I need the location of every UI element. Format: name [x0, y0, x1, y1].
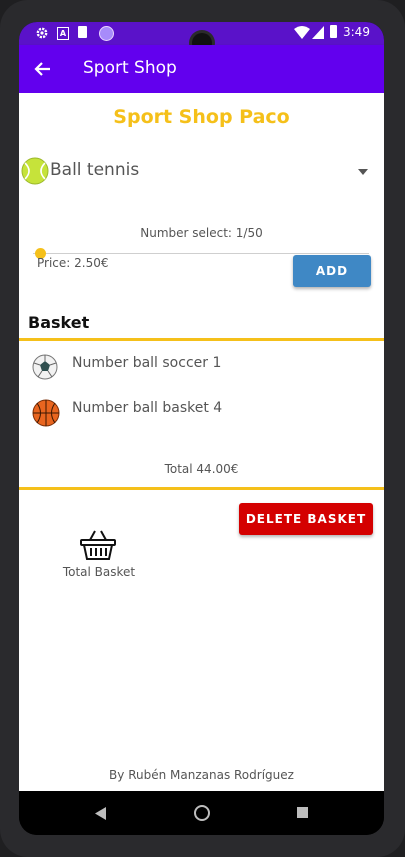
- basket-bottom-divider: [19, 487, 384, 490]
- total-basket-label: Total Basket: [62, 565, 136, 579]
- basket-top-divider: [19, 338, 384, 341]
- nav-back-icon[interactable]: [95, 807, 107, 820]
- screen: A 3:49 Sport Shop Sport Shop Paco Ball t…: [19, 22, 384, 835]
- chevron-down-icon: [358, 169, 368, 175]
- basketball-icon: [32, 399, 60, 427]
- nav-recents-icon[interactable]: [297, 807, 308, 818]
- product-dropdown-value: Ball tennis: [50, 160, 140, 180]
- navigation-bar: [19, 791, 384, 835]
- soccer-ball-icon: [32, 354, 58, 380]
- main-content: Sport Shop Paco Ball tennis Number selec…: [19, 93, 384, 791]
- basket-icon: [80, 530, 116, 560]
- total-basket-button[interactable]: Total Basket: [59, 523, 139, 583]
- add-button[interactable]: ADD: [293, 255, 371, 287]
- product-dropdown[interactable]: Ball tennis: [19, 155, 384, 189]
- status-time: 3:49: [343, 25, 370, 39]
- app-bar: Sport Shop: [19, 45, 384, 93]
- device-frame: A 3:49 Sport Shop Sport Shop Paco Ball t…: [0, 0, 405, 857]
- tennis-ball-icon: [21, 157, 49, 185]
- gear-icon: [36, 27, 48, 39]
- shop-title: Sport Shop Paco: [113, 106, 290, 128]
- basket-item-label: Number ball soccer 1: [72, 355, 222, 371]
- basket-total: Total 44.00€: [164, 462, 239, 476]
- keyboard-a-icon: A: [57, 27, 69, 40]
- price-label: Price: 2.50€: [37, 256, 109, 270]
- signal-icon: [312, 26, 324, 39]
- basket-title: Basket: [28, 313, 90, 332]
- footer-credit: By Rubén Manzanas Rodríguez: [109, 768, 294, 782]
- slider-track: [33, 253, 369, 254]
- battery-icon: [330, 25, 337, 38]
- wifi-icon: [294, 26, 310, 39]
- sd-card-icon: [78, 26, 87, 38]
- basket-item-label: Number ball basket 4: [72, 400, 223, 416]
- basket-item[interactable]: Number ball basket 4: [19, 393, 384, 427]
- basket-item[interactable]: Number ball soccer 1: [19, 348, 384, 382]
- nav-home-icon[interactable]: [194, 805, 210, 821]
- notification-dot-icon: [99, 26, 114, 41]
- quantity-label: Number select: 1/50: [140, 226, 263, 240]
- app-title: Sport Shop: [83, 58, 177, 78]
- delete-basket-button[interactable]: DELETE BASKET: [239, 503, 373, 535]
- back-arrow-icon[interactable]: [34, 60, 52, 78]
